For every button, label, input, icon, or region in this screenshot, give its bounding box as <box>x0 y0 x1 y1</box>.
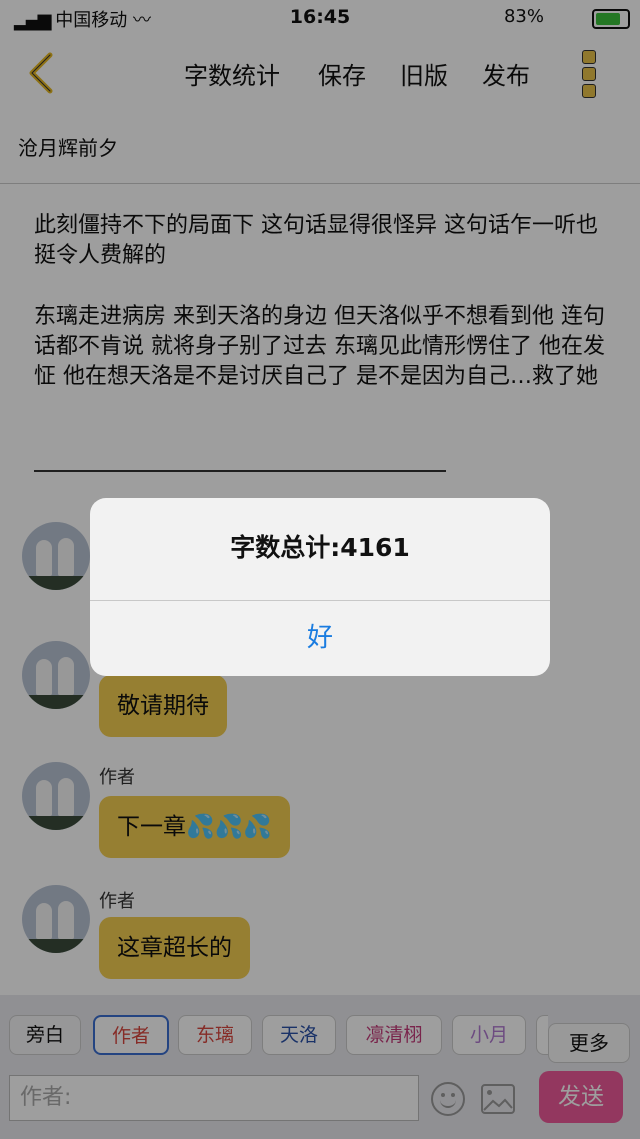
word-count-alert: 字数总计:4161 好 <box>90 498 550 676</box>
ok-button[interactable]: 好 <box>90 600 550 676</box>
alert-message: 字数总计:4161 <box>230 533 410 562</box>
